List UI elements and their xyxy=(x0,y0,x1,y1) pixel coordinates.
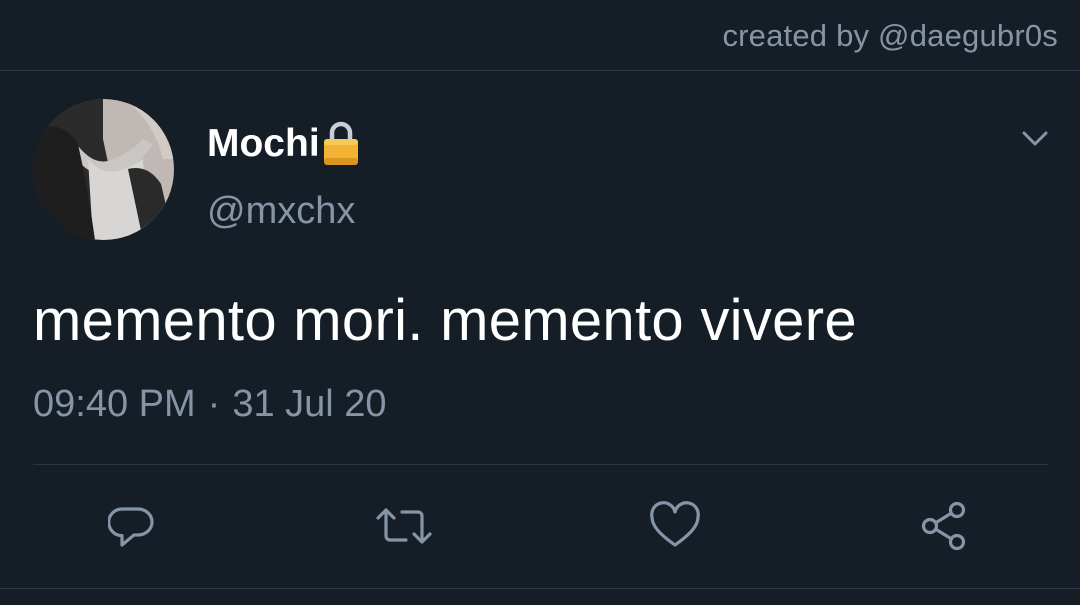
reply-button[interactable] xyxy=(104,496,164,556)
tweet-date: 31 Jul 20 xyxy=(232,383,387,425)
tweet-time: 09:40 PM xyxy=(33,383,196,425)
credit-label: created by @daegubr0s xyxy=(722,18,1058,53)
display-name-text: Mochi xyxy=(207,122,320,165)
tweet-screen: created by @daegubr0s Mochi @mxchx memen… xyxy=(0,0,1080,605)
tweet-timestamp: 09:40 PM · 31 Jul 20 xyxy=(33,383,387,426)
user-handle[interactable]: @mxchx xyxy=(207,190,355,233)
avatar[interactable] xyxy=(33,99,174,240)
divider xyxy=(33,464,1048,465)
like-button[interactable] xyxy=(645,496,705,556)
retweet-button[interactable] xyxy=(374,496,434,556)
chevron-down-icon[interactable] xyxy=(1020,124,1050,154)
share-button[interactable] xyxy=(914,496,974,556)
bottom-divider xyxy=(0,588,1080,589)
retweet-icon xyxy=(376,508,432,544)
timestamp-separator: · xyxy=(207,383,221,425)
lock-icon xyxy=(323,120,359,166)
user-display-name[interactable]: Mochi xyxy=(207,121,359,167)
reply-icon xyxy=(108,507,154,547)
top-bar: created by @daegubr0s xyxy=(0,0,1080,71)
heart-icon xyxy=(650,501,700,547)
tweet-text: memento mori. memento vivere xyxy=(33,288,857,353)
share-icon xyxy=(921,501,966,551)
action-bar xyxy=(0,496,1080,556)
avatar-image xyxy=(33,99,174,240)
